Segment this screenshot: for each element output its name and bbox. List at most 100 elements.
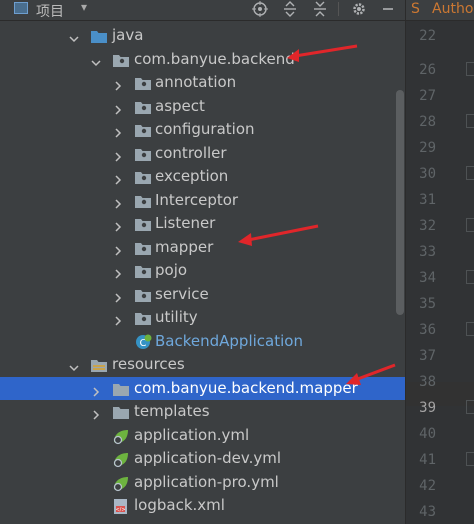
- chevron-right-icon[interactable]: [112, 311, 124, 326]
- fold-marker[interactable]: [466, 322, 474, 336]
- vertical-scrollbar[interactable]: [396, 90, 404, 315]
- tree-item-label: resources: [112, 355, 185, 373]
- annotation-arrow: [346, 363, 396, 385]
- chevron-right-icon[interactable]: [112, 241, 124, 256]
- source-folder-icon: [90, 28, 108, 43]
- tree-item-label: BackendApplication: [155, 331, 303, 350]
- fold-marker[interactable]: [466, 452, 474, 466]
- fold-marker[interactable]: [466, 62, 474, 76]
- tree-item-label: controller: [155, 143, 227, 162]
- tree-item-label: aspect: [155, 96, 205, 115]
- annotation-arrow: [287, 44, 358, 62]
- editor-tab[interactable]: S Autho: [406, 0, 474, 21]
- package-icon: [134, 146, 152, 161]
- spring-config-icon: [112, 475, 130, 491]
- spring-config-icon: [112, 428, 130, 444]
- chevron-right-icon[interactable]: [112, 123, 124, 138]
- chevron-right-icon[interactable]: [112, 170, 124, 185]
- editor-gutter: S Autho 22 26 27 28 29 30 31 32 33 34 35 36 37 38 39 40…: [405, 0, 474, 524]
- chevron-right-icon[interactable]: [112, 288, 124, 303]
- chevron-right-icon[interactable]: [112, 217, 124, 232]
- line-number: 22: [419, 28, 436, 44]
- tree-item-label: application.yml: [134, 425, 250, 444]
- line-number: 42: [419, 478, 436, 494]
- tree-item-label: utility: [155, 308, 198, 326]
- line-number: 30: [419, 166, 436, 182]
- class-file-icon: S: [411, 1, 420, 17]
- tree-item[interactable]: Interceptor: [0, 189, 405, 212]
- chevron-down-icon[interactable]: [68, 358, 80, 372]
- tree-item[interactable]: service: [0, 283, 405, 306]
- tree-item[interactable]: </> logback.xml: [0, 494, 405, 517]
- project-view-title[interactable]: 项目: [36, 1, 64, 21]
- tree-item-label: Listener: [155, 214, 216, 232]
- package-icon: [134, 263, 152, 278]
- fold-marker[interactable]: [466, 166, 474, 180]
- fold-marker[interactable]: [466, 400, 474, 414]
- chevron-right-icon[interactable]: [90, 382, 102, 397]
- package-icon: [134, 99, 152, 114]
- tree-item-label: service: [155, 284, 209, 303]
- chevron-right-icon[interactable]: [112, 100, 124, 115]
- line-number: 29: [419, 140, 436, 156]
- folder-icon: [112, 404, 130, 419]
- chevron-right-icon[interactable]: [112, 76, 124, 91]
- tree-item[interactable]: C BackendApplication: [0, 330, 405, 353]
- fold-marker[interactable]: [466, 114, 474, 128]
- tree-item[interactable]: application.yml: [0, 424, 405, 447]
- tree-item-label: Interceptor: [155, 190, 239, 209]
- line-number: 31: [419, 192, 436, 208]
- chevron-right-icon[interactable]: [112, 264, 124, 279]
- editor-tab-label[interactable]: Autho: [432, 1, 473, 17]
- line-number: 26: [419, 62, 436, 78]
- chevron-down-icon[interactable]: [90, 53, 102, 66]
- tree-item-label: templates: [134, 402, 210, 420]
- chevron-right-icon[interactable]: [90, 405, 102, 420]
- tree-item-label: exception: [155, 167, 229, 185]
- chevron-down-icon[interactable]: [68, 29, 80, 43]
- gear-icon[interactable]: [349, 0, 369, 18]
- line-number: 40: [419, 426, 436, 442]
- package-icon: [134, 169, 152, 184]
- tree-item[interactable]: application-dev.yml: [0, 447, 405, 470]
- tree-item[interactable]: mapper: [0, 236, 405, 259]
- tree-item-label: pojo: [155, 261, 188, 279]
- package-icon: [134, 75, 152, 90]
- package-icon: [134, 240, 152, 255]
- package-icon: [134, 310, 152, 325]
- expand-all-icon[interactable]: [280, 0, 300, 18]
- project-window-icon: [14, 2, 28, 14]
- tree-item[interactable]: configuration: [0, 118, 405, 141]
- tree-item-label: configuration: [155, 120, 255, 138]
- tree-item[interactable]: pojo: [0, 259, 405, 282]
- tree-item-label: java: [112, 26, 144, 44]
- minimize-icon[interactable]: [378, 0, 398, 18]
- line-number: 32: [419, 218, 436, 234]
- tree-item-label: logback.xml: [134, 496, 225, 514]
- tree-item-label: com.banyue.backend: [134, 49, 295, 68]
- tree-item[interactable]: Listener: [0, 212, 405, 235]
- project-toolbar: 项目 ▾: [0, 0, 405, 21]
- fold-marker[interactable]: [466, 218, 474, 232]
- svg-text:</>: </>: [115, 507, 125, 513]
- line-number: 39: [419, 400, 436, 416]
- tree-item[interactable]: exception: [0, 165, 405, 188]
- chevron-down-icon[interactable]: ▾: [81, 0, 87, 14]
- tree-item[interactable]: utility: [0, 306, 405, 329]
- tree-item-label: mapper: [155, 237, 214, 256]
- tree-item-label: application-dev.yml: [134, 449, 282, 467]
- line-number: 35: [419, 296, 436, 312]
- tree-item[interactable]: aspect: [0, 95, 405, 118]
- line-number: 36: [419, 322, 436, 338]
- fold-marker[interactable]: [466, 270, 474, 284]
- chevron-right-icon[interactable]: [112, 147, 124, 162]
- target-icon[interactable]: [250, 0, 270, 18]
- line-number: 37: [419, 348, 436, 364]
- project-tree[interactable]: java com.banyue.backend annotation aspect co…: [0, 21, 405, 524]
- tree-item[interactable]: annotation: [0, 71, 405, 94]
- collapse-all-icon[interactable]: [310, 0, 330, 18]
- chevron-right-icon[interactable]: [112, 194, 124, 209]
- tree-item[interactable]: controller: [0, 142, 405, 165]
- tree-item[interactable]: templates: [0, 400, 405, 423]
- tree-item[interactable]: application-pro.yml: [0, 471, 405, 494]
